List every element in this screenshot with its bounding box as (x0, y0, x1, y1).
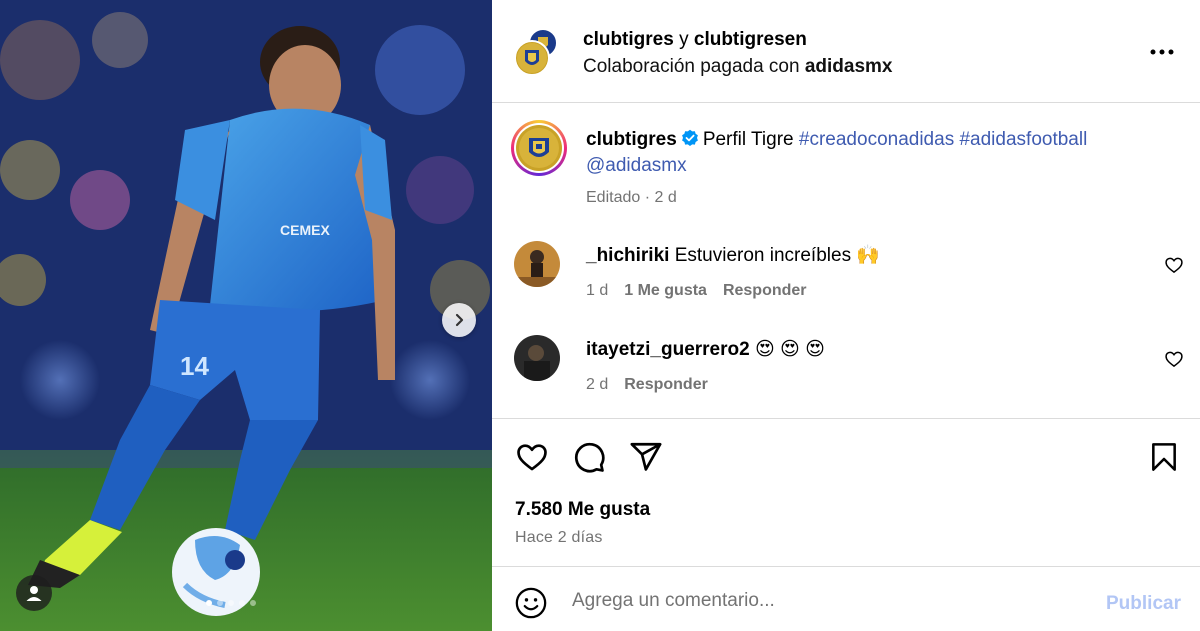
partner-link[interactable]: adidasmx (805, 56, 893, 77)
caption-username[interactable]: clubtigres (586, 129, 677, 150)
club-logo-icon (519, 128, 559, 168)
comment-icon (575, 442, 605, 473)
reply-button[interactable]: Responder (723, 282, 807, 300)
separator-dot: · (644, 189, 651, 206)
username-link[interactable]: clubtigres (583, 29, 674, 50)
user-icon (26, 586, 42, 601)
post-media[interactable]: CEMEX 14 (0, 0, 492, 631)
next-photo-button[interactable] (442, 303, 476, 337)
post-photo: CEMEX 14 (0, 0, 492, 631)
tagged-users-button[interactable] (16, 575, 52, 611)
like-count[interactable]: 7.580 Me gusta (515, 499, 650, 521)
collab-usernames: clubtigres y clubtigresen (583, 28, 807, 52)
avatar[interactable] (511, 120, 567, 176)
user-photo-icon (514, 335, 560, 381)
hashtag-link[interactable]: #creadoconadidas (799, 129, 954, 150)
user-photo-icon (514, 241, 560, 287)
heart-icon[interactable] (1164, 349, 1184, 369)
carousel-dot (217, 600, 223, 606)
mention-link[interactable]: @adidasmx (586, 155, 687, 176)
verified-badge-icon (681, 129, 698, 146)
hashtag-link[interactable]: #adidasfootball (959, 129, 1087, 150)
avatar[interactable] (514, 40, 550, 76)
svg-text:CEMEX: CEMEX (280, 222, 330, 238)
chevron-right-icon (455, 313, 464, 327)
share-icon (630, 442, 662, 471)
comment-meta: 1 d 1 Me gusta Responder (586, 282, 807, 300)
bookmark-icon (1152, 443, 1176, 471)
comment-emoji: 🙌 (856, 245, 881, 266)
carousel-indicator (206, 600, 256, 606)
more-horizontal-icon (1150, 49, 1174, 55)
edited-label: Editado (586, 189, 641, 206)
comment-likes-link[interactable]: 1 Me gusta (624, 282, 707, 300)
more-options-button[interactable] (1144, 38, 1180, 66)
comment-time[interactable]: 1 d (586, 282, 608, 300)
comment-item: _hichiriki Estuvieron increíbles 🙌 1 d 1… (492, 232, 1200, 312)
save-button[interactable] (1146, 439, 1182, 475)
connector-text: y (679, 29, 689, 50)
svg-text:14: 14 (180, 351, 209, 381)
comment-body: Estuvieron increíbles (674, 245, 852, 266)
heart-icon[interactable] (1164, 255, 1184, 275)
publish-button[interactable]: Publicar (1106, 593, 1181, 615)
comment-time[interactable]: 2 d (586, 376, 608, 394)
avatar[interactable] (514, 335, 560, 381)
paid-partnership-label: Colaboración pagada con adidasmx (583, 55, 893, 79)
comment-composer: Publicar (492, 566, 1200, 631)
paid-partnership-prefix: Colaboración pagada con (583, 56, 800, 77)
caption-text: clubtigres Perfil Tigre #creadoconadidas… (586, 127, 1146, 179)
comment-emoji: 😍 😍 😍 (754, 339, 825, 360)
post-timestamp: Hace 2 días (515, 529, 603, 546)
carousel-dot (228, 600, 234, 606)
avatar[interactable] (514, 241, 560, 287)
comment-item: itayetzi_guerrero2 😍 😍 😍 2 d Responder (492, 326, 1200, 406)
share-button[interactable] (628, 439, 664, 475)
post-header: clubtigres y clubtigresen Colaboración p… (492, 0, 1200, 103)
username-link[interactable]: clubtigresen (694, 29, 807, 50)
post-details-panel: clubtigres y clubtigresen Colaboración p… (492, 0, 1200, 631)
caption-body: Perfil Tigre (702, 129, 794, 150)
comment-username[interactable]: _hichiriki (586, 245, 669, 266)
club-logo-icon (517, 43, 547, 73)
post-actions: 7.580 Me gusta Hace 2 días (492, 418, 1200, 566)
comment-text: _hichiriki Estuvieron increíbles 🙌 (586, 244, 880, 268)
carousel-dot (250, 600, 256, 606)
collab-avatars[interactable] (514, 28, 562, 76)
comment-meta: 2 d Responder (586, 376, 708, 394)
like-button[interactable] (514, 439, 550, 475)
caption-time[interactable]: 2 d (655, 189, 677, 206)
carousel-dot (206, 600, 212, 606)
caption-meta: Editado · 2 d (586, 189, 677, 207)
comment-text: itayetzi_guerrero2 😍 😍 😍 (586, 338, 825, 362)
comment-input[interactable] (572, 585, 1092, 617)
reply-button[interactable]: Responder (624, 376, 708, 394)
heart-icon (517, 444, 547, 471)
comment-username[interactable]: itayetzi_guerrero2 (586, 339, 750, 360)
comment-button[interactable] (571, 439, 607, 475)
carousel-dot (239, 600, 245, 606)
emoji-icon[interactable] (514, 586, 548, 620)
